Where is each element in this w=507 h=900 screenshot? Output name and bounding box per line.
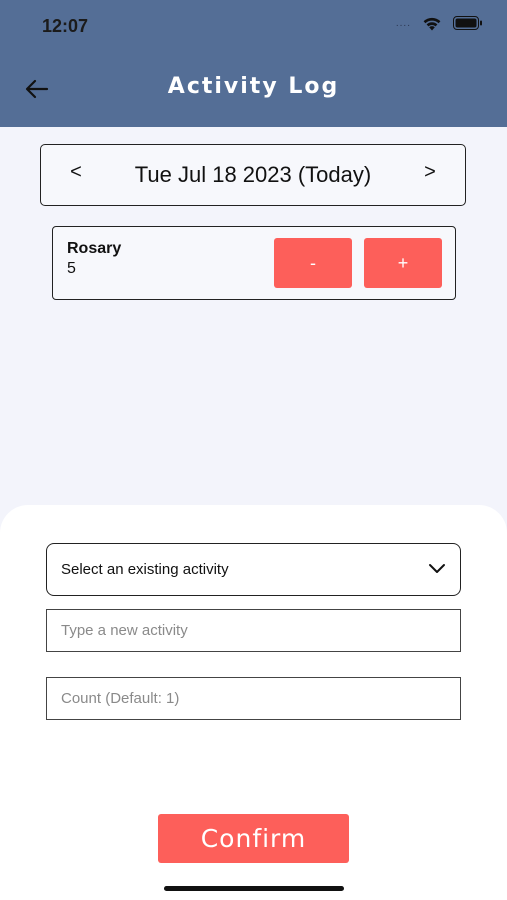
activity-item: Rosary 5 - +	[52, 226, 456, 300]
date-navigator: < Tue Jul 18 2023 (Today) >	[40, 144, 466, 206]
battery-icon	[453, 16, 482, 30]
app-header: 12:07 .... Activity Log	[0, 0, 507, 127]
wifi-icon	[423, 17, 441, 31]
decrement-button[interactable]: -	[274, 238, 352, 288]
new-activity-input[interactable]	[46, 609, 461, 652]
activity-name: Rosary	[67, 240, 122, 257]
status-icons: ....	[396, 14, 483, 32]
confirm-button[interactable]: Confirm	[158, 814, 349, 863]
activity-select[interactable]: Select an existing activity	[46, 543, 461, 596]
current-date-label: Tue Jul 18 2023 (Today)	[134, 162, 372, 187]
activity-select-label: Select an existing activity	[61, 561, 229, 578]
activity-count: 5	[67, 260, 76, 277]
count-input[interactable]	[46, 677, 461, 720]
signal-dots: ....	[395, 17, 411, 29]
status-time: 12:07	[42, 16, 89, 36]
next-day-button[interactable]: >	[417, 161, 443, 184]
increment-button[interactable]: +	[364, 238, 442, 288]
activity-log-screen: 12:07 .... Activity Log < Tue Jul 18 202…	[0, 0, 507, 900]
chevron-down-icon	[429, 564, 445, 573]
home-indicator	[164, 886, 344, 891]
add-activity-sheet: Select an existing activity Confirm	[0, 505, 507, 900]
page-title: Activity Log	[167, 74, 340, 99]
